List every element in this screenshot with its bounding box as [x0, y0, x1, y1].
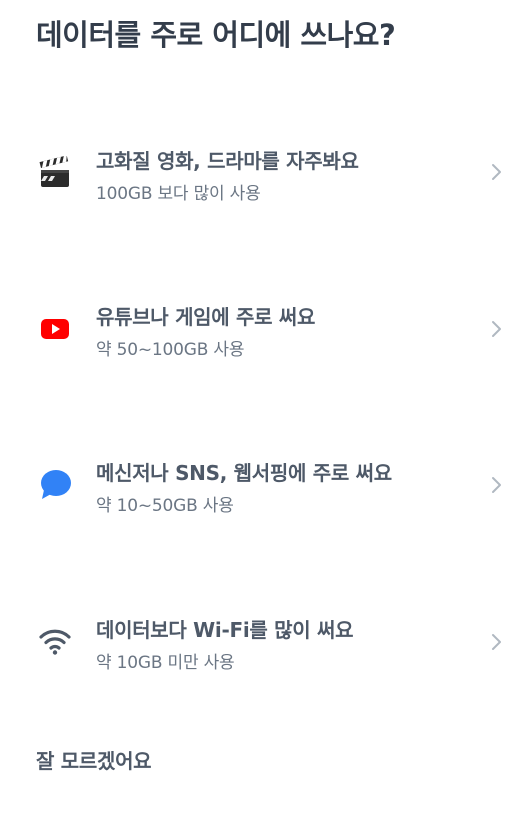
- chat-bubble-icon: [36, 466, 74, 504]
- option-title: 메신저나 SNS, 웹서핑에 주로 써요: [96, 461, 392, 485]
- chevron-right-icon: [492, 634, 501, 650]
- option-title: 고화질 영화, 드라마를 자주봐요: [96, 149, 359, 173]
- clapperboard-icon: [36, 154, 74, 192]
- option-wifi[interactable]: 데이터보다 Wi-Fi를 많이 써요 약 10GB 미만 사용: [0, 614, 529, 710]
- dont-know-button[interactable]: 잘 모르겠어요: [36, 745, 152, 774]
- option-movies-dramas[interactable]: 고화질 영화, 드라마를 자주봐요 100GB 보다 많이 사용: [0, 145, 529, 241]
- chevron-right-icon: [492, 477, 501, 493]
- option-subtitle: 약 50~100GB 사용: [96, 340, 245, 360]
- option-youtube-games[interactable]: 유튜브나 게임에 주로 써요 약 50~100GB 사용: [0, 301, 529, 397]
- chevron-right-icon: [492, 164, 501, 180]
- wifi-icon: [36, 622, 74, 660]
- option-subtitle: 약 10~50GB 사용: [96, 496, 234, 516]
- option-title: 유튜브나 게임에 주로 써요: [96, 305, 316, 329]
- option-subtitle: 약 10GB 미만 사용: [96, 653, 235, 673]
- option-messenger-sns[interactable]: 메신저나 SNS, 웹서핑에 주로 써요 약 10~50GB 사용: [0, 457, 529, 553]
- chevron-right-icon: [492, 321, 501, 337]
- page-title: 데이터를 주로 어디에 쓰나요?: [36, 18, 396, 52]
- youtube-icon: [36, 310, 74, 348]
- option-subtitle: 100GB 보다 많이 사용: [96, 184, 261, 204]
- option-title: 데이터보다 Wi-Fi를 많이 써요: [96, 618, 354, 642]
